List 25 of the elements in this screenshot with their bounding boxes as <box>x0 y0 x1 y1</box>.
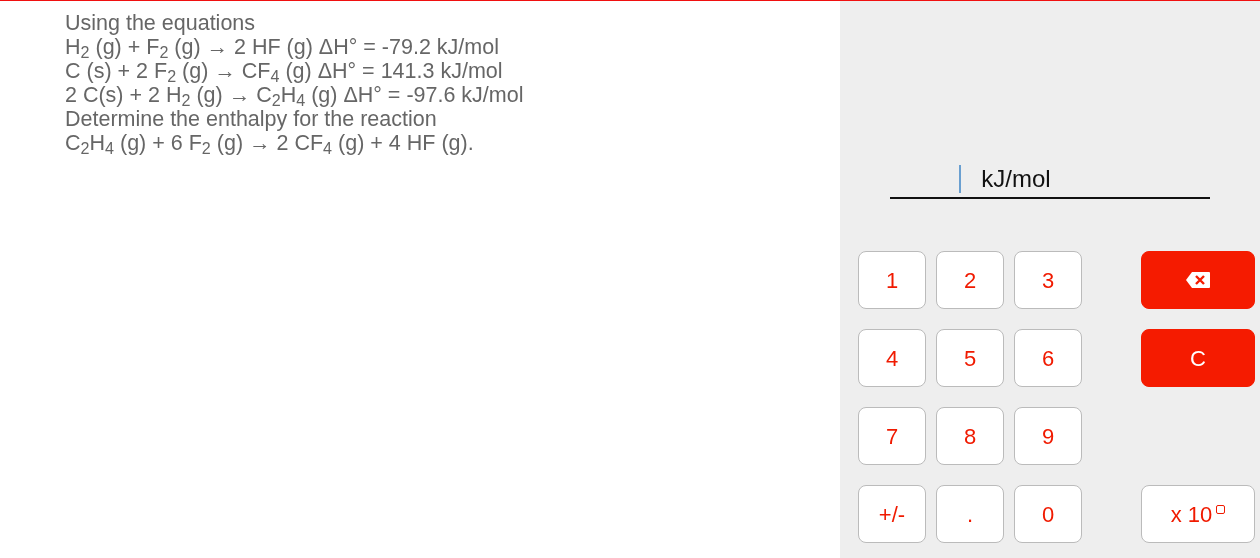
question-line: Using the equations <box>65 11 257 35</box>
backspace-button[interactable] <box>1141 251 1255 309</box>
clear-button[interactable]: C <box>1141 329 1255 387</box>
exponent-box-icon <box>1216 504 1226 514</box>
keypad-key[interactable]: 2 <box>936 251 1004 309</box>
keypad-key[interactable]: . <box>936 485 1004 543</box>
question-line: Determine the enthalpy for the reaction <box>65 107 438 131</box>
keypad-key[interactable]: 6 <box>1014 329 1082 387</box>
exponent-button[interactable]: x 10 <box>1141 485 1255 543</box>
keypad-key[interactable]: 3 <box>1014 251 1082 309</box>
keypad-key[interactable]: 8 <box>936 407 1004 465</box>
question-line: H$_{2}$ (g) + F$_{2}$ (g) → 2 HF (g) ΔH° = -79.2 kJ/mol <box>65 35 500 59</box>
keypad-key[interactable]: +/- <box>858 485 926 543</box>
keypad-key[interactable]: 9 <box>1014 407 1082 465</box>
question-line: C (s) + 2 F$_{2}$ (g) → CF$_{4}$ (g) ΔH° = 141.3 kJ/mol <box>65 59 504 83</box>
keypad-key[interactable]: 7 <box>858 407 926 465</box>
question-line: 2 C(s) + 2 H$_{2}$ (g) → C$_{2}$H$_{4}$ (g) ΔH° = -97.6 kJ/mol <box>65 83 525 107</box>
question-line: C$_{2}$H$_{4}$ (g) + 6 F$_{2}$ (g) → 2 CF$_{4}$ (g) + 4 HF (g). <box>65 131 475 155</box>
answer-field[interactable]: kJ/mol <box>890 161 1210 199</box>
backspace-icon <box>1185 271 1211 289</box>
keypad-key[interactable]: 5 <box>936 329 1004 387</box>
keypad-key[interactable]: 4 <box>858 329 926 387</box>
keypad-key[interactable]: 0 <box>1014 485 1082 543</box>
unit-label: kJ/mol <box>981 164 1051 194</box>
keypad-key[interactable]: 1 <box>858 251 926 309</box>
